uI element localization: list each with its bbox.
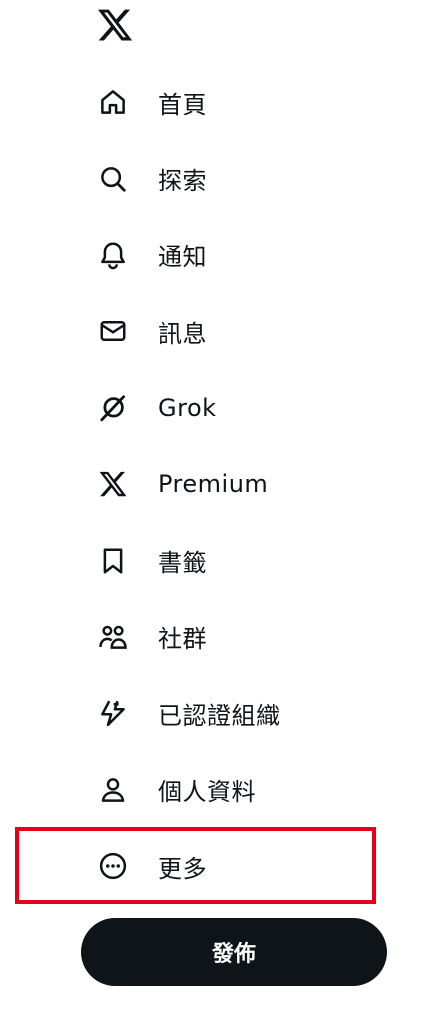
nav-item-label: 社群	[158, 625, 207, 654]
communities-icon	[96, 620, 130, 654]
x-premium-icon	[96, 467, 130, 501]
highlight-box	[15, 827, 376, 904]
nav-item-premium[interactable]: Premium	[0, 446, 432, 522]
nav-item-explore[interactable]: 探索	[0, 140, 432, 216]
nav-item-communities[interactable]: 社群	[0, 599, 432, 675]
nav-item-messages[interactable]: 訊息	[0, 293, 432, 369]
nav-item-label: Premium	[158, 470, 269, 499]
nav-item-label: 通知	[158, 243, 207, 272]
profile-icon	[96, 773, 130, 807]
bell-icon	[96, 238, 130, 272]
nav-item-label: 個人資料	[158, 778, 256, 807]
nav-item-label: 探索	[158, 167, 207, 196]
nav-item-label: 書籤	[158, 549, 207, 578]
nav-item-label: Grok	[158, 393, 217, 422]
nav-item-notifications[interactable]: 通知	[0, 217, 432, 293]
verified-orgs-icon	[96, 696, 130, 730]
nav-item-home[interactable]: 首頁	[0, 64, 432, 140]
nav-item-label: 已認證組織	[158, 701, 281, 730]
nav-item-label: 首頁	[158, 90, 207, 119]
nav-item-profile[interactable]: 個人資料	[0, 752, 432, 828]
sidebar-menu: 首頁 探索 通知 訊息 Grok Premium 書籤 社群 已認證組織 個人資…	[0, 0, 432, 1024]
post-button[interactable]: 發佈	[81, 918, 387, 986]
mail-icon	[96, 314, 130, 348]
home-icon	[96, 85, 130, 119]
bookmark-icon	[96, 544, 130, 578]
nav-item-label: 訊息	[158, 319, 207, 348]
nav-item-bookmarks[interactable]: 書籤	[0, 522, 432, 598]
grok-icon	[96, 391, 130, 425]
nav-item-verified-orgs[interactable]: 已認證組織	[0, 675, 432, 751]
nav-item-grok[interactable]: Grok	[0, 370, 432, 446]
nav-list: 首頁 探索 通知 訊息 Grok Premium 書籤 社群 已認證組織 個人資…	[0, 64, 432, 904]
x-logo-icon[interactable]	[96, 6, 134, 44]
search-icon	[96, 162, 130, 196]
